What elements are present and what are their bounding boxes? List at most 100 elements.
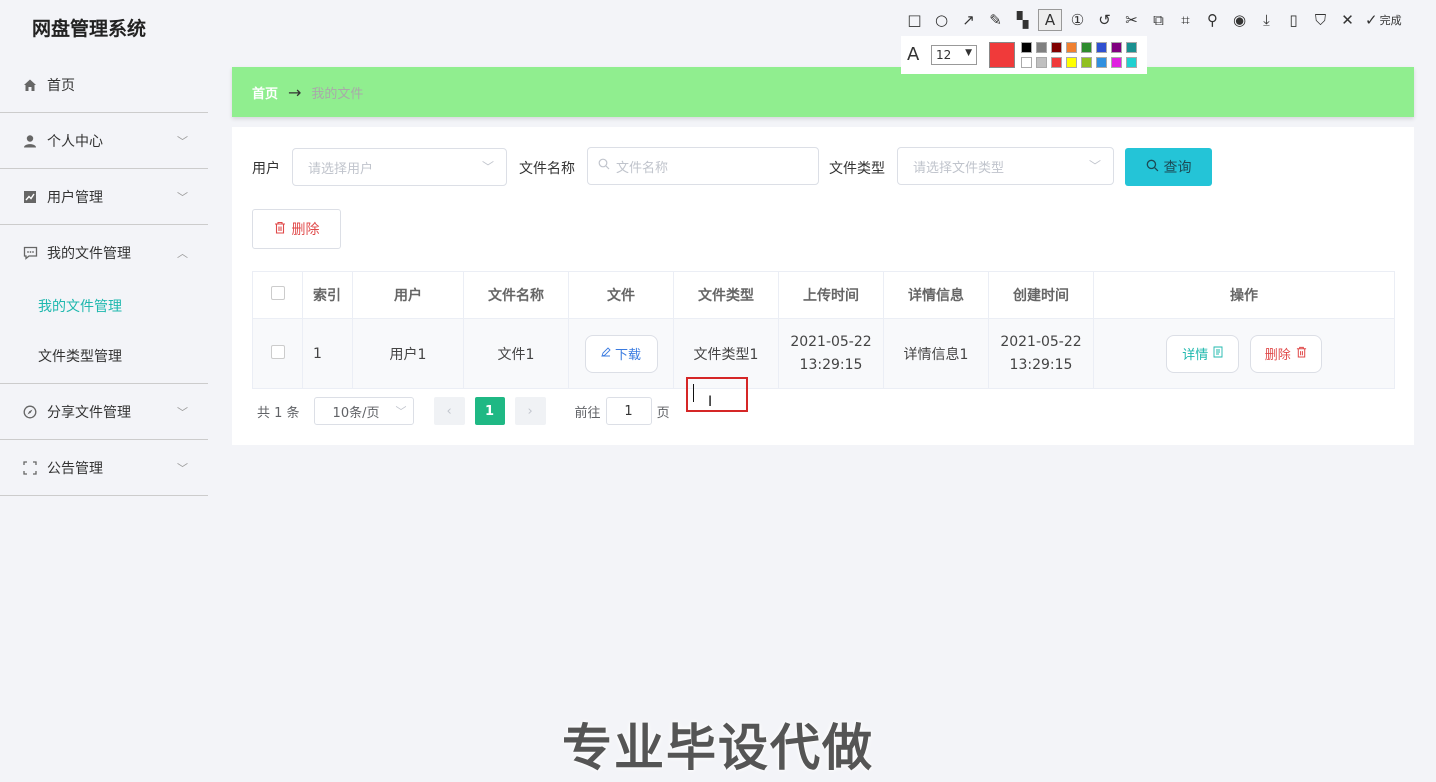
- page-number-current[interactable]: 1: [474, 397, 505, 425]
- number-tool-icon[interactable]: ①: [1064, 7, 1091, 33]
- download-icon[interactable]: ⤓: [1253, 7, 1280, 33]
- color-swatch[interactable]: [1066, 57, 1077, 68]
- caret-down-icon: ▼: [965, 48, 972, 58]
- chevron-down-icon: ﹀: [177, 406, 188, 419]
- filename-input-placeholder: 文件名称: [616, 160, 669, 176]
- color-swatch[interactable]: [1126, 57, 1137, 68]
- user-select[interactable]: 请选择用户 ﹀: [292, 148, 507, 186]
- text-tool-icon[interactable]: A: [1038, 9, 1062, 31]
- crop-icon[interactable]: ✂: [1118, 7, 1145, 33]
- font-icon: A: [907, 44, 920, 65]
- color-swatch[interactable]: [1036, 42, 1047, 53]
- sidebar-item-label: 我的文件管理: [47, 246, 131, 262]
- col-header-index: 索引: [302, 271, 353, 319]
- color-swatch[interactable]: [1066, 42, 1077, 53]
- rectangle-tool-icon[interactable]: □: [901, 7, 928, 33]
- filename-input[interactable]: 文件名称: [587, 147, 819, 185]
- download-button[interactable]: 下载: [584, 334, 658, 373]
- chevron-down-icon: ﹀: [177, 462, 188, 475]
- trash-icon: [1296, 346, 1307, 362]
- sidebar-submenu: 我的文件管理 文件类型管理: [0, 281, 208, 384]
- batch-delete-label: 删除: [291, 222, 320, 238]
- ellipse-tool-icon[interactable]: ○: [928, 7, 955, 33]
- sidebar-subitem-filetypes[interactable]: 文件类型管理: [0, 331, 208, 381]
- batch-delete-button[interactable]: 删除: [252, 209, 341, 249]
- row-select-cell: [252, 318, 303, 389]
- annotation-toolbar: □ ○ ↗ ✎ ▚ A ① ↺ ✂ ⧉ ⌗ ⚲ ◉ ⤓ ▯ ⛉ ✕ ✓ 完成: [901, 5, 1436, 35]
- goto-page-input[interactable]: 1: [605, 397, 652, 425]
- ocr-icon[interactable]: ⧉: [1145, 7, 1172, 33]
- cell-actions: 详情 删除: [1093, 318, 1395, 389]
- color-swatch[interactable]: [1081, 42, 1092, 53]
- upload-date: 2021-05-22: [790, 333, 872, 350]
- chevron-down-icon: ﹀: [1088, 159, 1101, 173]
- color-swatch[interactable]: [1021, 42, 1032, 53]
- breadcrumb-home[interactable]: 首页: [252, 83, 278, 102]
- select-all-cell: [252, 271, 303, 319]
- record-icon[interactable]: ◉: [1226, 7, 1253, 33]
- table-row: 1 用户1 文件1 下载 文件类型1 2021-05-22 13:29:15 详…: [252, 318, 1395, 389]
- color-swatch[interactable]: [1111, 42, 1122, 53]
- cell-create-time: 2021-05-22 13:29:15: [988, 318, 1094, 389]
- color-swatch[interactable]: [1036, 57, 1047, 68]
- pen-tool-icon[interactable]: ✎: [982, 7, 1009, 33]
- sidebar-item-label: 个人中心: [47, 133, 103, 150]
- create-date: 2021-05-22: [1000, 333, 1082, 350]
- detail-button-label: 详情: [1182, 348, 1209, 363]
- color-swatch[interactable]: [1126, 42, 1137, 53]
- user-select-placeholder: 请选择用户: [308, 161, 374, 177]
- breadcrumb: 首页 → 我的文件: [232, 67, 1414, 117]
- home-icon: [22, 77, 38, 93]
- prev-page-button[interactable]: ‹: [433, 397, 465, 425]
- pin-icon[interactable]: ⚲: [1199, 7, 1226, 33]
- color-swatch[interactable]: [1051, 57, 1062, 68]
- row-delete-button[interactable]: 删除: [1249, 334, 1322, 373]
- mosaic-tool-icon[interactable]: ▚: [1009, 7, 1036, 33]
- chevron-down-icon: ﹀: [481, 160, 494, 174]
- current-color-swatch[interactable]: [989, 42, 1015, 68]
- bookmark-icon[interactable]: ⛉: [1307, 7, 1334, 33]
- edit-icon: [601, 346, 611, 361]
- done-label: 完成: [1379, 14, 1402, 27]
- next-page-button[interactable]: ›: [514, 397, 546, 425]
- undo-icon[interactable]: ↺: [1091, 7, 1118, 33]
- color-swatch[interactable]: [1096, 42, 1107, 53]
- create-time: 13:29:15: [1009, 356, 1073, 373]
- page-size-select[interactable]: 10条/页 ﹀: [313, 397, 414, 425]
- detail-button[interactable]: 详情: [1166, 334, 1240, 373]
- sidebar-item-users[interactable]: 用户管理 ﹀: [0, 169, 208, 225]
- annotation-text-box[interactable]: [686, 377, 748, 412]
- page-unit-label: 页: [656, 405, 670, 421]
- select-all-checkbox[interactable]: [270, 286, 285, 300]
- sidebar-subitem-myfiles[interactable]: 我的文件管理: [0, 281, 208, 331]
- filename-filter-label: 文件名称: [519, 161, 575, 177]
- pagination-total: 共 1 条: [257, 405, 300, 421]
- color-swatch[interactable]: [1021, 57, 1032, 68]
- breadcrumb-arrow: →: [288, 82, 302, 102]
- color-swatch[interactable]: [1051, 42, 1062, 53]
- sidebar-item-home[interactable]: 首页: [0, 57, 208, 113]
- color-swatch[interactable]: [1111, 57, 1122, 68]
- query-button[interactable]: 查询: [1125, 148, 1212, 186]
- filetype-select[interactable]: 请选择文件类型 ﹀: [897, 147, 1114, 185]
- sidebar-menu: 首页 个人中心 ﹀ 用户管理 ﹀ 我的文件管理 ︿ 我的文件管理 文件类型管理 …: [0, 57, 208, 496]
- sidebar-item-personal[interactable]: 个人中心 ﹀: [0, 113, 208, 169]
- done-button[interactable]: ✓ 完成: [1365, 11, 1402, 29]
- sidebar-item-share[interactable]: 分享文件管理 ﹀: [0, 384, 208, 440]
- close-icon[interactable]: ✕: [1334, 7, 1361, 33]
- download-label: 下载: [614, 348, 641, 363]
- sidebar-item-myfiles[interactable]: 我的文件管理 ︿: [0, 225, 208, 281]
- cell-filename: 文件1: [463, 318, 569, 389]
- app-title: 网盘管理系统: [32, 18, 147, 40]
- color-swatch[interactable]: [1081, 57, 1092, 68]
- col-header-filetype: 文件类型: [673, 271, 779, 319]
- chevron-right-icon: ›: [527, 403, 533, 419]
- chevron-down-icon: ﹀: [177, 191, 188, 204]
- row-checkbox[interactable]: [270, 344, 285, 359]
- color-swatch[interactable]: [1096, 57, 1107, 68]
- arrow-tool-icon[interactable]: ↗: [955, 7, 982, 33]
- scan-icon[interactable]: ⌗: [1172, 7, 1199, 33]
- phone-icon[interactable]: ▯: [1280, 7, 1307, 33]
- sidebar-item-notice[interactable]: 公告管理 ﹀: [0, 440, 208, 496]
- font-size-select[interactable]: 12 ▼: [931, 45, 977, 65]
